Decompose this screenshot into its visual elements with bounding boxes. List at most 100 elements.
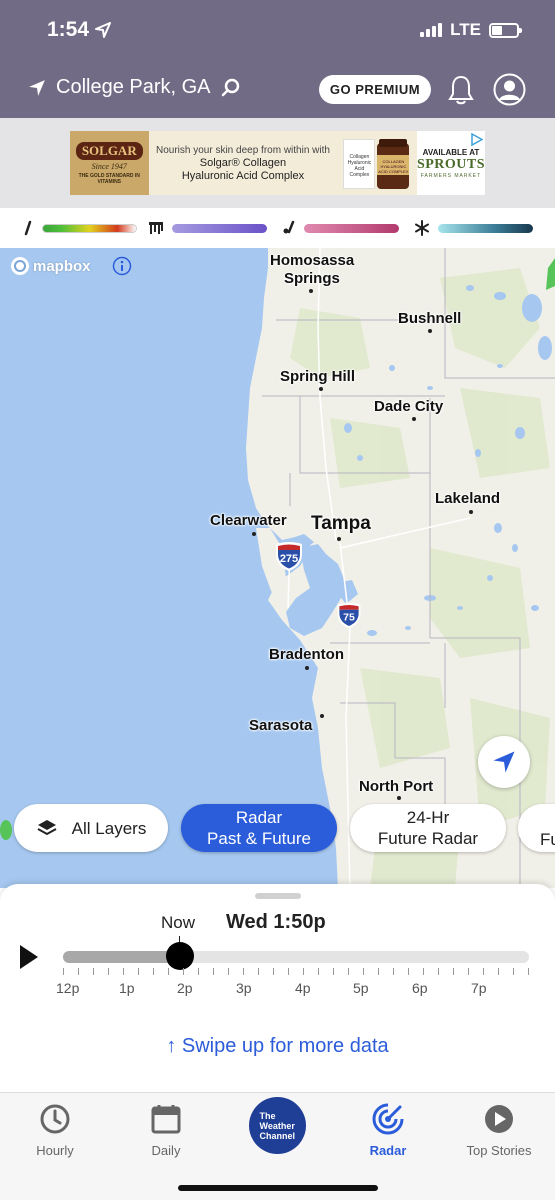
city-label: Dade City bbox=[374, 398, 444, 415]
info-icon[interactable] bbox=[112, 256, 132, 276]
radar-chip-line-1: Radar bbox=[235, 808, 283, 827]
all-layers-button[interactable]: All Layers bbox=[14, 804, 168, 852]
status-time: 1:54 bbox=[47, 18, 112, 42]
future-chip-line-1: 24-Hr bbox=[406, 808, 450, 827]
mapbox-attribution[interactable]: mapbox bbox=[10, 256, 91, 276]
clock-icon bbox=[40, 1104, 70, 1134]
clock-text: 1:54 bbox=[47, 18, 90, 41]
tab-label: Top Stories bbox=[466, 1143, 532, 1158]
legend-mix bbox=[282, 220, 399, 236]
location-name[interactable]: College Park, GA bbox=[56, 76, 211, 99]
home-indicator[interactable] bbox=[178, 1185, 378, 1191]
hour-label: 7p bbox=[471, 980, 487, 996]
bottom-tab-bar: Hourly Daily The Weather Channel Radar T… bbox=[0, 1092, 555, 1200]
radar-chip-line-2: Past & Future bbox=[207, 829, 311, 848]
legend-ice bbox=[148, 220, 267, 236]
radar-map[interactable]: mapbox Homosassa Springs Bushnell Spring… bbox=[0, 248, 555, 888]
ad-brand: SOLGAR bbox=[75, 141, 143, 160]
tab-top-stories[interactable]: Top Stories bbox=[454, 1103, 544, 1158]
tab-hourly[interactable]: Hourly bbox=[10, 1103, 100, 1158]
city-dot bbox=[305, 666, 309, 670]
city-dot bbox=[320, 714, 324, 718]
city-label: Sarasota bbox=[249, 717, 313, 734]
location-arrow-icon bbox=[493, 751, 515, 773]
radar-past-future-tab[interactable]: Radar Past & Future bbox=[181, 804, 337, 852]
ad-store-sub: FARMERS MARKET bbox=[420, 172, 482, 179]
location-selector[interactable]: College Park, GA bbox=[28, 76, 241, 99]
status-indicators: LTE bbox=[420, 20, 522, 40]
city-label: Homosassa Springs bbox=[270, 252, 354, 288]
hour-label: 5p bbox=[353, 980, 369, 996]
city-dot bbox=[252, 532, 256, 536]
tab-label: Hourly bbox=[36, 1143, 74, 1158]
legend-snow bbox=[414, 220, 533, 236]
location-arrow-icon bbox=[29, 79, 45, 96]
sheet-drag-handle[interactable] bbox=[255, 893, 301, 899]
city-dot bbox=[319, 387, 323, 391]
ad-line-2: Solgar® Collagen bbox=[199, 156, 287, 169]
city-dot bbox=[412, 417, 416, 421]
ad-line-3: Hyaluronic Acid Complex bbox=[181, 169, 305, 182]
signal-bars-icon bbox=[420, 23, 443, 37]
user-avatar-icon[interactable] bbox=[493, 73, 526, 106]
ad-product-box: Collagen Hyaluronic Acid Complex bbox=[343, 139, 376, 189]
svg-text:275: 275 bbox=[280, 553, 298, 565]
ad-product-image: Collagen Hyaluronic Acid Complex COLLAGE… bbox=[337, 131, 417, 195]
interstate-shield-icon: 75 bbox=[337, 602, 361, 629]
hour-label: 2p bbox=[177, 980, 193, 996]
future-radar-tab[interactable]: 24-Hr Future Radar bbox=[350, 804, 506, 852]
location-arrow-icon bbox=[95, 22, 112, 38]
future-chip-line-2: Future Radar bbox=[377, 829, 479, 848]
city-label: North Port bbox=[359, 778, 434, 795]
timeline-track[interactable] bbox=[63, 951, 529, 963]
search-icon[interactable] bbox=[221, 78, 241, 98]
play-circle-icon bbox=[485, 1105, 513, 1133]
city-dot bbox=[337, 537, 341, 541]
city-label: Bushnell bbox=[398, 310, 462, 327]
tab-label: Radar bbox=[369, 1143, 407, 1158]
mix-icon bbox=[283, 220, 295, 234]
hour-label: 4p bbox=[295, 980, 311, 996]
city-name-line-2: Springs bbox=[284, 270, 340, 287]
ice-icon bbox=[149, 222, 163, 234]
city-label: Bradenton bbox=[269, 646, 344, 663]
city-dot bbox=[428, 329, 432, 333]
city-label: Spring Hill bbox=[280, 368, 355, 385]
battery-icon bbox=[489, 22, 522, 38]
current-time-label: Wed 1:50p bbox=[226, 911, 326, 933]
precip-legend bbox=[0, 208, 555, 248]
ad-retailer: AVAILABLE AT SPROUTS FARMERS MARKET bbox=[417, 131, 485, 195]
timeline-sheet[interactable]: Now Wed 1:50p 12p 1p 2p 3p 4p 5p 6p 7p ↑… bbox=[0, 884, 555, 1092]
city-dot bbox=[309, 289, 313, 293]
tab-daily[interactable]: Daily bbox=[121, 1103, 211, 1158]
my-location-button[interactable] bbox=[478, 736, 530, 788]
twc-logo[interactable]: The Weather Channel bbox=[249, 1097, 306, 1154]
rain-icon bbox=[24, 220, 32, 236]
ad-banner[interactable]: SOLGAR Since 1947 THE GOLD STANDARD IN V… bbox=[70, 131, 485, 195]
ad-available-at: AVAILABLE AT bbox=[422, 147, 480, 157]
city-name: Homosassa bbox=[270, 252, 355, 269]
hour-label: 12p bbox=[56, 980, 80, 996]
swipe-up-hint[interactable]: ↑ Swipe up for more data bbox=[0, 1035, 555, 1058]
app-header: 1:54 LTE College Park, GA GO PREMIUM bbox=[0, 0, 555, 118]
network-type: LTE bbox=[450, 20, 481, 39]
timeline-scrubber-handle[interactable] bbox=[165, 942, 194, 970]
city-label: Tampa bbox=[311, 513, 371, 534]
bell-icon[interactable] bbox=[446, 74, 476, 106]
twc-logo-text: The Weather Channel bbox=[259, 1110, 296, 1141]
legend-rain bbox=[22, 220, 137, 236]
tab-radar[interactable]: Radar bbox=[343, 1103, 433, 1158]
play-icon[interactable] bbox=[18, 944, 40, 970]
hour-label: 3p bbox=[236, 980, 252, 996]
adchoices-icon[interactable] bbox=[470, 133, 484, 146]
calendar-icon bbox=[151, 1105, 181, 1134]
snowflake-icon bbox=[415, 220, 429, 236]
layers-icon bbox=[37, 820, 57, 836]
ad-store-name: SPROUTS bbox=[416, 156, 486, 172]
city-dot bbox=[397, 796, 401, 800]
svg-text:75: 75 bbox=[343, 611, 355, 623]
timeline-ticks bbox=[63, 968, 529, 976]
mapbox-logo-icon bbox=[11, 257, 29, 275]
next-chip-label: Fu bbox=[540, 829, 555, 849]
go-premium-button[interactable]: GO PREMIUM bbox=[319, 75, 431, 104]
